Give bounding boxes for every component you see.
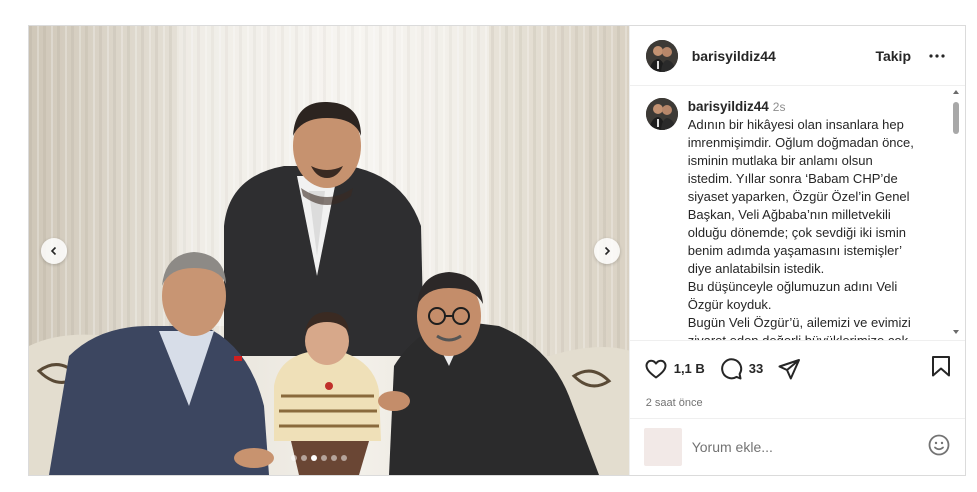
avatar-image [645, 98, 678, 130]
carousel-next-button[interactable] [594, 238, 620, 264]
save-button[interactable] [929, 354, 953, 383]
caption-scrollbar[interactable] [951, 86, 961, 340]
caption-line: istedim. Yıllar sonra ‘Babam CHP’de [687, 171, 898, 186]
heart-icon [645, 359, 667, 378]
instagram-post: barisyildiz44 Takip barisyildiz44 2s Adı… [28, 25, 966, 476]
family-photo [29, 26, 629, 475]
carousel-dot[interactable] [301, 455, 307, 461]
caption-line: olduğu dönemde; çok sevdiği iki ismin [687, 225, 906, 240]
caption-username[interactable]: barisyildiz44 [688, 99, 769, 114]
comment-input[interactable] [691, 439, 892, 455]
post-side-panel: barisyildiz44 Takip barisyildiz44 2s Adı… [628, 26, 965, 475]
chevron-left-icon [50, 246, 57, 256]
follow-button[interactable]: Takip [875, 48, 911, 64]
like-count[interactable]: 1,1 B [674, 361, 705, 376]
comment-count[interactable]: 33 [749, 361, 763, 376]
caption-scroll-area[interactable]: barisyildiz44 2s Adının bir hikâyesi olan… [630, 86, 965, 340]
carousel-dot[interactable] [291, 455, 297, 461]
caption-text: barisyildiz44 2s Adının bir hikâyesi olan… [688, 98, 938, 340]
carousel-dot[interactable] [321, 455, 327, 461]
add-comment-box [629, 418, 965, 475]
bookmark-icon [932, 356, 950, 377]
carousel-dot[interactable] [331, 455, 337, 461]
more-options-button[interactable] [925, 44, 949, 68]
caption-line: Bu düşünceyle oğlumuzun adını Veli [687, 279, 898, 294]
comment-icon [720, 357, 742, 379]
ellipsis-icon [929, 53, 945, 58]
scrollbar-thumb[interactable] [953, 102, 959, 134]
emoji-icon [928, 434, 950, 455]
post-header: barisyildiz44 Takip [629, 26, 965, 86]
carousel-prev-button[interactable] [41, 238, 67, 264]
scroll-down-icon[interactable] [952, 328, 960, 336]
like-button[interactable]: 1,1 B [644, 357, 705, 381]
chevron-right-icon [604, 246, 611, 256]
share-icon [778, 358, 801, 379]
scroll-up-icon[interactable] [952, 88, 960, 96]
post-username[interactable]: barisyildiz44 [692, 48, 776, 64]
carousel-dot[interactable] [311, 455, 317, 461]
caption-line: Başkan, Veli Ağbaba’nın milletvekili [687, 207, 891, 222]
caption-row: barisyildiz44 2s Adının bir hikâyesi olan… [645, 98, 941, 340]
caption-line: Adının bir hikâyesi olan insanlara hep [687, 117, 904, 132]
post-time-ago[interactable]: 2 saat önce [630, 396, 965, 418]
comment-button[interactable]: 33 [719, 357, 763, 381]
caption-line: ziyaret eden değerli büyüklerimize çok [688, 332, 938, 340]
caption-line: Bugün Veli Özgür’ü, ailemizi ve evimizi [687, 315, 911, 330]
post-image[interactable] [29, 26, 629, 475]
caption-timestamp[interactable]: 2s [773, 100, 786, 114]
caption-line: siyaset yaparken, Özgür Özel’in Genel [687, 189, 910, 204]
caption-line: isminin mutlaka bir anlamı olsun [687, 153, 873, 168]
emoji-button[interactable] [927, 433, 951, 462]
commenter-avatar [643, 428, 682, 466]
caption-line: diye anlatabilsin istedik. [687, 261, 825, 276]
carousel-dots [291, 455, 347, 461]
avatar[interactable] [645, 39, 678, 72]
carousel-dot[interactable] [341, 455, 347, 461]
caption-line: imrenmişimdir. Oğlum doğmadan önce, [687, 135, 914, 150]
caption-avatar[interactable] [645, 98, 678, 130]
post-actions: 1,1 B 33 [629, 340, 965, 396]
caption-line: Özgür koyduk. [687, 297, 772, 312]
caption-line: benim adımda yaşamasını istemişler’ [687, 243, 903, 258]
avatar-image [645, 39, 678, 72]
share-button[interactable] [777, 357, 801, 381]
